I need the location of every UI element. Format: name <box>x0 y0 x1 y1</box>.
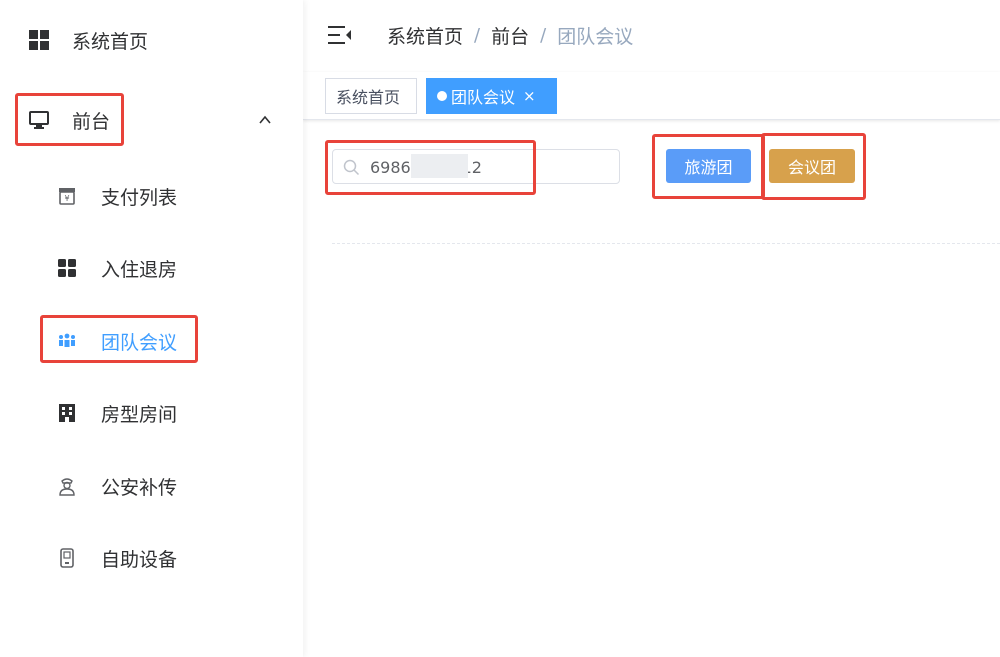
monitor-icon <box>28 109 50 131</box>
sidebar-item-label: 系统首页 <box>72 30 149 53</box>
sidebar-item-police-upload[interactable]: 公安补传 <box>0 458 303 514</box>
breadcrumb-frontdesk[interactable]: 前台 <box>491 22 529 49</box>
sidebar-item-team-meeting[interactable]: 团队会议 <box>0 313 303 369</box>
close-icon[interactable]: × <box>523 87 536 105</box>
sidebar-item-payment-list[interactable]: ¥ 支付列表 <box>0 168 303 224</box>
sidebar-item-label: 自助设备 <box>101 548 178 571</box>
sidebar-item-self-service[interactable]: 自助设备 <box>0 530 303 586</box>
breadcrumb-separator: / <box>474 25 481 46</box>
active-dot-icon <box>437 91 447 101</box>
breadcrumb: 系统首页 / 前台 / 团队会议 <box>387 22 633 49</box>
tag-label: 系统首页 <box>336 88 401 107</box>
team-icon <box>56 330 78 352</box>
sidebar-item-checkin[interactable]: 入住退房 <box>0 240 303 296</box>
search-icon <box>343 159 360 176</box>
sidebar-item-frontdesk[interactable]: 前台 <box>0 92 303 148</box>
meeting-group-button[interactable]: 会议团 <box>769 149 855 183</box>
tag-team-meeting[interactable]: 团队会议 × <box>426 78 557 114</box>
divider <box>332 243 1000 244</box>
breadcrumb-current: 团队会议 <box>557 26 634 48</box>
tags-bar: 系统首页 团队会议 × <box>303 72 1000 120</box>
sidebar-item-label: 团队会议 <box>101 331 178 354</box>
grid-icon <box>56 257 78 279</box>
breadcrumb-separator: / <box>540 25 547 46</box>
tag-home[interactable]: 系统首页 <box>325 78 417 114</box>
sidebar-item-home[interactable]: 系统首页 <box>0 12 303 68</box>
sidebar-item-label: 入住退房 <box>101 258 178 281</box>
building-icon <box>56 402 78 424</box>
sidebar-item-label: 支付列表 <box>101 186 178 209</box>
svg-text:¥: ¥ <box>64 194 69 203</box>
navbar: 系统首页 / 前台 / 团队会议 <box>303 0 1000 72</box>
police-icon <box>56 475 78 497</box>
sidebar-item-label: 前台 <box>72 110 111 133</box>
device-icon <box>56 547 78 569</box>
search-input[interactable] <box>370 154 610 180</box>
redacted-region <box>411 154 468 178</box>
sidebar-item-label: 房型房间 <box>101 403 178 426</box>
chevron-up-icon[interactable] <box>257 112 273 128</box>
tag-label: 团队会议 <box>451 88 516 107</box>
sidebar-item-label: 公安补传 <box>101 476 178 499</box>
sidebar: 系统首页 前台 ¥ 支付列表 入住退房 团队会议 房型房间 公安补传 自助设备 <box>0 0 303 657</box>
sidebar-item-room-types[interactable]: 房型房间 <box>0 385 303 441</box>
collapse-menu-icon[interactable] <box>328 24 352 46</box>
tour-group-button[interactable]: 旅游团 <box>666 149 751 183</box>
breadcrumb-home[interactable]: 系统首页 <box>387 22 463 49</box>
search-box[interactable] <box>332 149 620 184</box>
payment-icon: ¥ <box>56 185 78 207</box>
grid-icon <box>28 29 50 51</box>
